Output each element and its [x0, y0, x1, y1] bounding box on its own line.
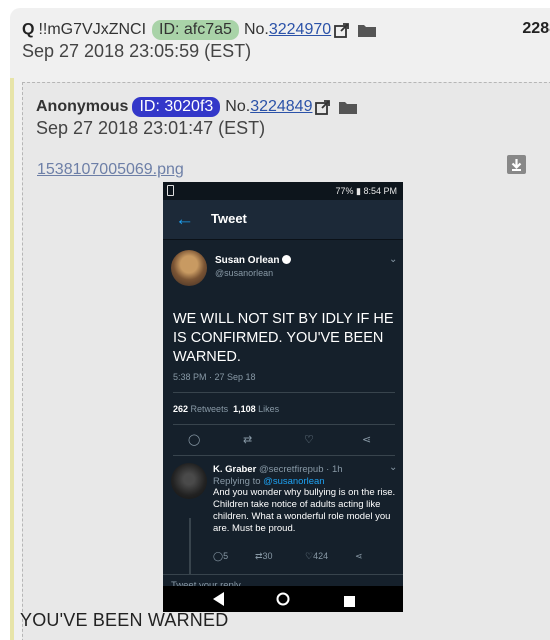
attachment-file-link[interactable]: 1538107005069.png — [37, 161, 184, 179]
post-number-label: No. — [243, 21, 269, 38]
quoted-post-number-link[interactable]: 3224849 — [250, 97, 312, 117]
external-link-icon[interactable] — [334, 22, 350, 38]
chevron-down-icon: ⌄ — [389, 254, 398, 265]
post-comment: YOU'VE BEEN WARNED — [20, 610, 229, 630]
external-link-icon[interactable] — [315, 99, 331, 115]
status-bar-text: 77% ▮ 8:54 PM — [335, 186, 397, 196]
quoted-post: Anonymous ID: 3020f3 No. 3224849 Sep 27 … — [22, 82, 550, 640]
quoted-poster-id-badge[interactable]: ID: 3020f3 — [132, 97, 221, 117]
quoted-post-header: Anonymous ID: 3020f3 No. 3224849 Sep 27 … — [36, 97, 358, 139]
post-number-link[interactable]: 3224970 — [269, 20, 331, 40]
tweet-author-handle: @susanorlean — [215, 268, 274, 278]
divider — [173, 424, 395, 425]
poster-id-badge[interactable]: ID: afc7a5 — [152, 20, 239, 40]
replying-to: Replying to @susanorlean — [213, 476, 325, 487]
tweet-actions: ◯ ⇄ ♡ ⋖ — [163, 433, 403, 451]
home-icon — [276, 592, 290, 611]
verified-icon — [282, 255, 292, 264]
quoted-post-number-label: No. — [225, 98, 251, 115]
back-arrow-icon: ← — [175, 209, 194, 230]
tweet-top-bar: ← Tweet — [163, 200, 403, 240]
retweet-count: 262 — [173, 404, 189, 414]
divider — [173, 455, 395, 456]
reply-text: And you wonder why bullying is on the ri… — [213, 487, 396, 534]
reply-count: 2288 — [522, 20, 550, 37]
reply-avatar — [171, 463, 207, 499]
retweet-icon: ⇄ 30 — [255, 551, 273, 561]
reply-author: K. Graber @secretfirepub · 1h — [213, 464, 343, 475]
post-accent-bar — [10, 78, 14, 640]
chevron-down-icon: ⌄ — [389, 462, 398, 473]
reply-icon: ◯ — [188, 434, 201, 446]
battery-icon — [167, 185, 174, 196]
q-post: Q !!mG7VJxZNCI ID: afc7a5 No. 3224970 22… — [10, 8, 550, 640]
retweets-label: Retweets — [190, 404, 229, 414]
like-icon: ♡ 424 — [305, 551, 329, 561]
reply-actions: ◯ 5 ⇄ 30 ♡ 424 ⋖ — [213, 551, 393, 565]
back-icon — [213, 592, 225, 611]
recents-icon — [344, 594, 355, 612]
attached-image[interactable]: 77% ▮ 8:54 PM ← Tweet Susan Orlean @susa… — [163, 182, 403, 612]
author-avatar — [171, 250, 207, 286]
post-header: Q !!mG7VJxZNCI ID: afc7a5 No. 3224970 22… — [22, 20, 550, 70]
share-icon: ⋖ — [355, 551, 363, 561]
divider — [173, 392, 395, 393]
like-count: 1,108 — [233, 404, 256, 414]
like-icon: ♡ — [304, 434, 314, 446]
poster-name: Q — [22, 21, 35, 38]
post-datetime: Sep 27 2018 23:05:59 (EST) — [22, 41, 252, 61]
tweet-text: WE WILL NOT SIT BY IDLY IF HE IS CONFIRM… — [173, 311, 394, 365]
tweet-header-title: Tweet — [211, 211, 247, 226]
phone-status-bar: 77% ▮ 8:54 PM — [163, 182, 403, 200]
tweet-time: 5:38 PM · 27 Sep 18 — [173, 372, 256, 382]
quoted-post-datetime: Sep 27 2018 23:01:47 (EST) — [36, 118, 266, 138]
tweet-stats: 262 Retweets 1,108 Likes — [173, 404, 279, 414]
download-icon[interactable] — [507, 155, 526, 174]
phone-nav-bar — [163, 586, 403, 612]
folder-icon[interactable] — [357, 23, 377, 38]
folder-icon[interactable] — [338, 100, 358, 115]
likes-label: Likes — [258, 404, 280, 414]
tripcode: !!mG7VJxZNCI — [38, 21, 147, 38]
tweet-author-name: Susan Orlean — [215, 255, 292, 266]
quoted-poster-name: Anonymous — [36, 98, 129, 115]
retweet-icon: ⇄ — [243, 434, 253, 446]
reply-icon: ◯ 5 — [213, 551, 229, 561]
share-icon: ⋖ — [362, 434, 372, 446]
